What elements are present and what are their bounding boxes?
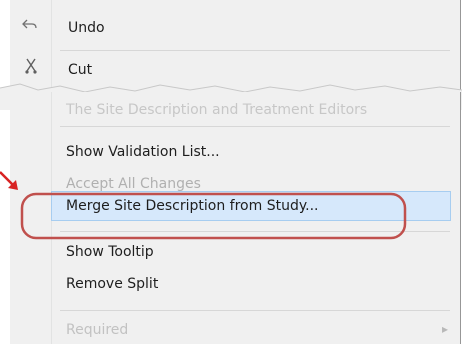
submenu-arrow-icon: ▸ <box>442 322 449 336</box>
faded-heading: The Site Description and Treatment Edito… <box>66 102 368 118</box>
context-menu-bottom: The Site Description and Treatment Edito… <box>10 92 461 344</box>
undo-icon <box>22 18 38 39</box>
menu-item-remove-split[interactable]: Remove Split <box>66 274 158 294</box>
menu-item-show-validation-list[interactable]: Show Validation List... <box>66 142 220 162</box>
menu-separator <box>60 50 450 51</box>
menu-item-merge-site-description[interactable]: Merge Site Description from Study... <box>66 196 318 216</box>
menu-item-undo[interactable]: Undo <box>68 18 105 38</box>
menu-item-cut[interactable]: Cut <box>68 60 92 80</box>
screenshot-stage: Undo Cut The Site Description and Treatm… <box>0 0 462 344</box>
menu-separator <box>60 126 450 127</box>
menu-icon-gutter <box>10 92 52 344</box>
menu-separator <box>60 231 450 232</box>
menu-item-required[interactable]: Required <box>66 320 128 340</box>
menu-item-show-tooltip[interactable]: Show Tooltip <box>66 242 154 262</box>
menu-separator <box>60 310 450 311</box>
